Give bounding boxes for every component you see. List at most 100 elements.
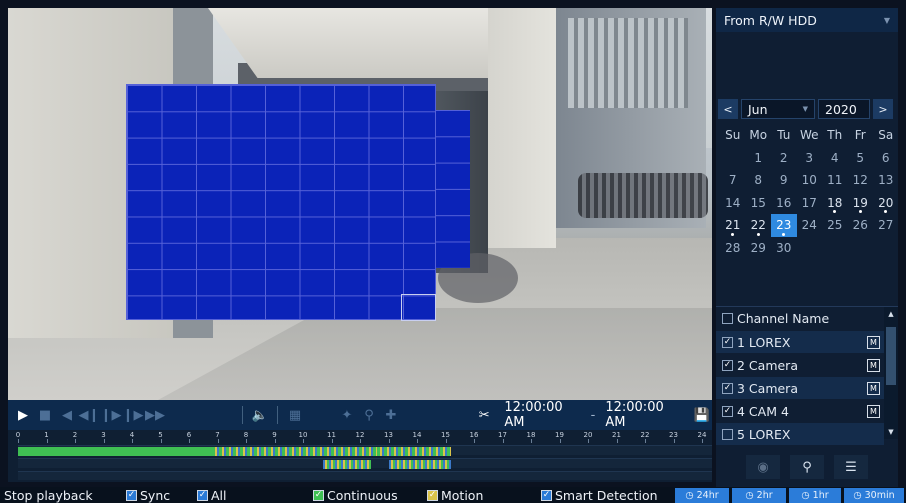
clip-start-time[interactable]: 12:00:00 AM <box>504 400 580 430</box>
channel-row[interactable]: 5 LOREX <box>716 423 884 445</box>
all-toggle[interactable]: ✓ All <box>197 487 227 503</box>
scroll-down-icon[interactable]: ▼ <box>884 425 898 439</box>
channel-checkbox[interactable]: ✓ <box>722 405 733 417</box>
calendar-day[interactable]: 28 <box>720 237 746 260</box>
motion-legend[interactable]: ✓ Motion <box>427 487 483 503</box>
calendar-day[interactable]: 17 <box>797 192 823 215</box>
prev-month-button[interactable]: < <box>718 99 738 119</box>
zoom-1hr-button[interactable]: ◷ 1hr <box>789 488 841 503</box>
calendar-day[interactable]: 10 <box>797 169 823 192</box>
fisheye-icon[interactable]: ✚ <box>380 404 402 426</box>
recording-segment[interactable] <box>377 447 452 456</box>
source-select[interactable]: From R/W HDD ▼ <box>716 8 898 32</box>
smart-detection-legend[interactable]: ✓ Smart Detection <box>541 487 658 503</box>
channel-main-stream-badge[interactable]: M <box>867 335 880 349</box>
calendar-day[interactable]: 23 <box>771 214 797 237</box>
reverse-play-icon[interactable]: ◀ <box>56 404 78 426</box>
calendar-day[interactable]: 7 <box>720 169 746 192</box>
channel-header-checkbox[interactable] <box>722 312 733 324</box>
scissors-icon[interactable]: ✂ <box>474 404 494 426</box>
previous-frame-icon[interactable]: ◀❙ <box>78 404 100 426</box>
motion-detection-grid[interactable] <box>126 84 436 320</box>
recording-segment[interactable] <box>322 460 372 469</box>
calendar-day[interactable]: 16 <box>771 192 797 215</box>
scroll-up-icon[interactable]: ▲ <box>884 307 898 321</box>
calendar-day[interactable]: 9 <box>771 169 797 192</box>
timeline[interactable]: 0 1 2 3 4 5 6 7 8 9 10 11 12 13 14 15 16 17 18 19 20 21 22 23 24 <box>8 430 712 482</box>
zoom-2hr-button[interactable]: ◷ 2hr <box>732 488 786 503</box>
recording-segment[interactable] <box>211 447 378 456</box>
save-icon[interactable]: 💾 <box>692 404 712 426</box>
calendar-day[interactable]: 22 <box>746 214 772 237</box>
fast-forward-icon[interactable]: ▶▶ <box>144 404 166 426</box>
zoom-icon[interactable]: ⚲ <box>358 404 380 426</box>
zoom-24hr-button[interactable]: ◷ 24hr <box>675 488 729 503</box>
calendar-day[interactable]: 30 <box>771 237 797 260</box>
channel-row[interactable]: ✓ 4 CAM 4 M <box>716 400 884 422</box>
play-icon[interactable]: ▶ <box>12 404 34 426</box>
calendar-day[interactable]: 13 <box>873 169 899 192</box>
playback-video[interactable] <box>8 8 712 400</box>
channel-main-stream-badge[interactable]: M <box>867 404 880 418</box>
pin-icon[interactable]: ✦ <box>336 404 358 426</box>
calendar-day[interactable]: 20 <box>873 192 899 215</box>
channel-checkbox[interactable]: ✓ <box>722 359 733 371</box>
continuous-legend[interactable]: ✓ Continuous <box>313 487 398 503</box>
calendar-day[interactable]: 27 <box>873 214 899 237</box>
calendar-day[interactable]: 25 <box>822 214 848 237</box>
motion-checkbox[interactable]: ✓ <box>427 489 438 501</box>
sync-checkbox[interactable]: ✓ <box>126 489 137 501</box>
stop-icon[interactable]: ■ <box>34 404 56 426</box>
scroll-thumb[interactable] <box>886 327 896 385</box>
calendar-day[interactable]: 6 <box>873 147 899 170</box>
calendar-day[interactable]: 21 <box>720 214 746 237</box>
calendar-day[interactable]: 12 <box>848 169 874 192</box>
smart-detection-checkbox[interactable]: ✓ <box>541 489 552 501</box>
grid-icon[interactable]: ▦ <box>284 404 306 426</box>
calendar-day[interactable]: 14 <box>720 192 746 215</box>
calendar-day[interactable]: 5 <box>848 147 874 170</box>
next-month-button[interactable]: > <box>873 99 893 119</box>
channel-row[interactable]: ✓ 2 Camera M <box>716 354 884 376</box>
calendar-day[interactable]: 11 <box>822 169 848 192</box>
calendar-day[interactable]: 2 <box>771 147 797 170</box>
calendar-day[interactable]: 26 <box>848 214 874 237</box>
channel-checkbox[interactable]: ✓ <box>722 336 733 348</box>
timeline-track-3[interactable] <box>18 471 712 480</box>
all-checkbox[interactable]: ✓ <box>197 489 208 501</box>
sync-toggle[interactable]: ✓ Sync <box>126 487 170 503</box>
calendar-day[interactable]: 3 <box>797 147 823 170</box>
volume-icon[interactable]: 🔈 <box>249 404 271 426</box>
channel-checkbox[interactable]: ✓ <box>722 382 733 394</box>
recording-segment[interactable] <box>388 460 452 469</box>
motion-detection-grid-extension[interactable] <box>436 110 470 268</box>
recording-segment[interactable] <box>18 447 212 456</box>
calendar-day[interactable]: 4 <box>822 147 848 170</box>
channel-row[interactable]: ✓ 1 LOREX M <box>716 331 884 353</box>
calendar-day[interactable]: 18 <box>822 192 848 215</box>
smart-search-icon[interactable]: ⚲ <box>790 455 824 479</box>
channel-row[interactable]: ✓ 3 Camera M <box>716 377 884 399</box>
timeline-track-1[interactable] <box>18 445 712 456</box>
year-field[interactable]: 2020 <box>818 99 870 119</box>
stop-playback-button[interactable]: Stop playback <box>4 487 93 503</box>
channel-main-stream-badge[interactable]: M <box>867 381 880 395</box>
clip-end-time[interactable]: 12:00:00 AM <box>605 400 681 430</box>
calendar-day[interactable]: 8 <box>746 169 772 192</box>
motion-grid-selected-cell[interactable] <box>401 294 436 321</box>
channel-checkbox[interactable] <box>722 428 733 440</box>
calendar-day[interactable]: 24 <box>797 214 823 237</box>
calendar-day[interactable]: 15 <box>746 192 772 215</box>
next-frame-icon[interactable]: ❙▶ <box>100 404 122 426</box>
calendar-day[interactable]: 1 <box>746 147 772 170</box>
channel-header[interactable]: Channel Name <box>716 307 884 329</box>
continuous-checkbox[interactable]: ✓ <box>313 489 324 501</box>
month-select[interactable]: Jun ▼ <box>741 99 815 119</box>
calendar-day[interactable]: 29 <box>746 237 772 260</box>
zoom-30min-button[interactable]: ◷ 30min <box>844 488 904 503</box>
calendar-day[interactable]: 19 <box>848 192 874 215</box>
list-icon[interactable]: ☰ <box>834 455 868 479</box>
slow-play-icon[interactable]: ❙▶ <box>122 404 144 426</box>
channel-main-stream-badge[interactable]: M <box>867 358 880 372</box>
timeline-track-2[interactable] <box>18 458 712 469</box>
